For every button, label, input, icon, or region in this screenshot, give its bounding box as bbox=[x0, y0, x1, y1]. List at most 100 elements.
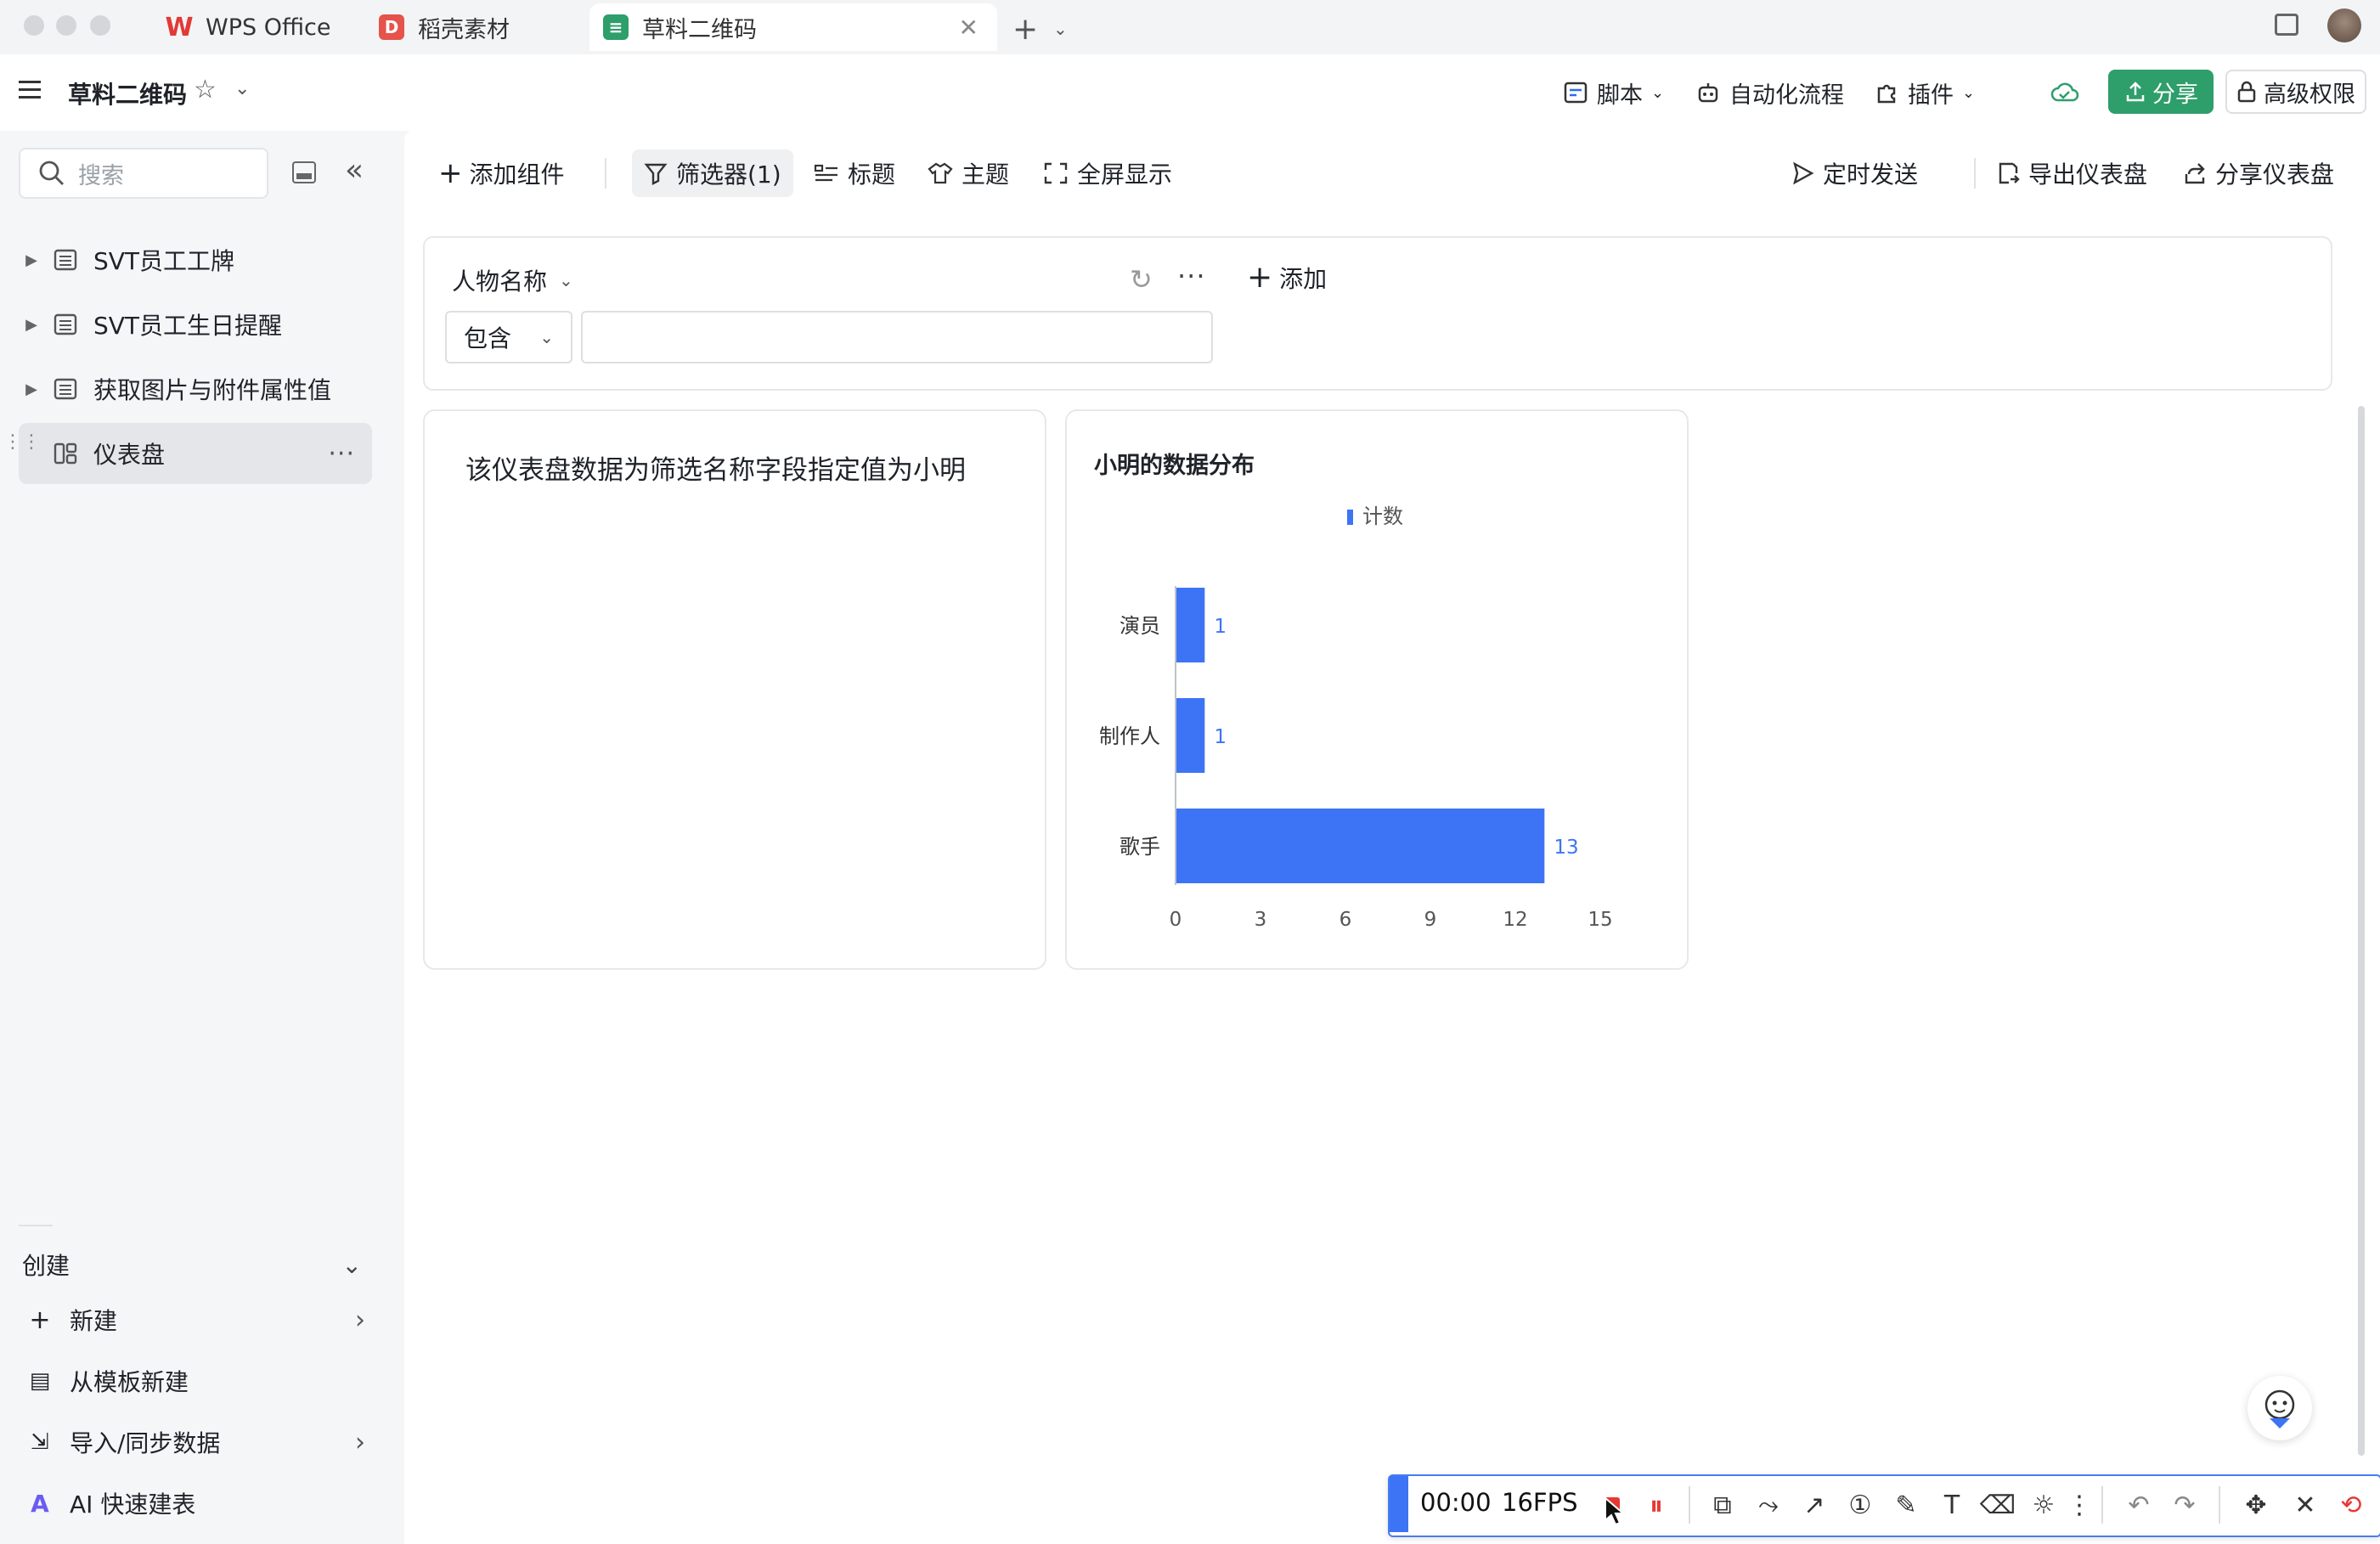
window-restore-icon[interactable] bbox=[2275, 14, 2298, 36]
permission-button[interactable]: 高级权限 bbox=[2225, 70, 2366, 114]
theme-button[interactable]: 主题 bbox=[928, 149, 1009, 197]
sidebar-item-dashboard[interactable]: 仪表盘 ··· bbox=[19, 423, 372, 484]
tab-docer[interactable]: D 稻壳素材 bbox=[379, 3, 510, 51]
data-label: 1 bbox=[1214, 616, 1227, 638]
redo-icon[interactable]: ↷ bbox=[2168, 1488, 2202, 1522]
restart-record-icon[interactable]: ⟲ bbox=[2334, 1488, 2368, 1522]
create-section-header[interactable]: 创建 ⌄ bbox=[22, 1243, 362, 1286]
theme-label: 主题 bbox=[962, 161, 1010, 189]
new-tab-icon[interactable]: + bbox=[1012, 12, 1038, 47]
table-icon bbox=[54, 313, 77, 335]
script-button[interactable]: 脚本 ⌄ bbox=[1563, 73, 1664, 112]
plugin-button[interactable]: 插件 ⌄ bbox=[1874, 73, 1975, 112]
category-label: 演员 bbox=[1120, 614, 1160, 638]
create-new-item[interactable]: + 新建 › bbox=[25, 1294, 365, 1345]
shirt-icon bbox=[928, 162, 953, 184]
ai-label: AI 快速建表 bbox=[70, 1490, 196, 1519]
template-icon: ▤ bbox=[29, 1368, 51, 1394]
data-label: 1 bbox=[1214, 726, 1227, 748]
shape-tool-icon[interactable]: ⧉ bbox=[1706, 1488, 1740, 1522]
spotlight-tool-icon[interactable]: ☼ bbox=[2027, 1488, 2061, 1522]
sidebar-item-svt-badge[interactable]: ▶ SVT员工工牌 bbox=[19, 229, 372, 290]
chart-card[interactable]: 小明的数据分布 计数 演员 1 制作人 1 歌手 13 0 3 6 9 12 15 bbox=[1065, 409, 1689, 970]
drag-handle-icon[interactable]: ⋮⋮ bbox=[3, 433, 41, 452]
tab-caoliao[interactable]: ≡ 草料二维码 ✕ bbox=[589, 3, 997, 51]
polyline-tool-icon[interactable]: ⤳ bbox=[1751, 1488, 1785, 1522]
recorder-drag-handle[interactable] bbox=[1390, 1476, 1408, 1532]
sidebar-item-svt-birthday[interactable]: ▶ SVT员工生日提醒 bbox=[19, 294, 372, 355]
menu-icon[interactable] bbox=[19, 78, 44, 105]
category-label: 歌手 bbox=[1120, 835, 1160, 859]
filter-operator-select[interactable]: 包含 ⌄ bbox=[445, 311, 572, 363]
number-tool-icon[interactable]: ① bbox=[1843, 1488, 1877, 1522]
pen-tool-icon[interactable]: ✎ bbox=[1889, 1488, 1923, 1522]
create-from-template-item[interactable]: ▤ 从模板新建 bbox=[25, 1355, 365, 1406]
reset-icon[interactable]: ↻ bbox=[1130, 263, 1153, 296]
add-filter-button[interactable]: + 添加 bbox=[1247, 260, 1327, 295]
eraser-tool-icon[interactable]: ⌫ bbox=[1980, 1488, 2016, 1522]
title-icon bbox=[814, 164, 838, 182]
share-button[interactable]: 分享 bbox=[2108, 70, 2214, 114]
move-icon[interactable]: ✥ bbox=[2239, 1488, 2273, 1522]
search-box[interactable]: 搜索 bbox=[19, 148, 268, 199]
divider bbox=[2101, 1486, 2103, 1524]
title-chevron-icon[interactable]: ⌄ bbox=[234, 78, 250, 99]
table-icon bbox=[54, 249, 77, 271]
schedule-send-button[interactable]: 定时发送 bbox=[1791, 149, 1918, 197]
title-button[interactable]: 标题 bbox=[814, 149, 895, 197]
share-dashboard-label: 分享仪表盘 bbox=[2215, 161, 2335, 189]
data-label: 13 bbox=[1554, 837, 1578, 859]
filter-button[interactable]: 筛选器(1) bbox=[632, 149, 793, 197]
scrollbar[interactable] bbox=[2358, 406, 2365, 1456]
import-sync-item[interactable]: ⇲ 导入/同步数据 › bbox=[25, 1417, 365, 1468]
window-zoom-dot[interactable] bbox=[90, 15, 110, 36]
x-tick-label: 3 bbox=[1255, 909, 1267, 931]
dashboard-icon bbox=[54, 442, 77, 465]
window-close-dot[interactable] bbox=[24, 15, 44, 36]
filter-field-select[interactable]: 人物名称 ⌄ bbox=[452, 263, 573, 297]
tab-list-chevron-icon[interactable]: ⌄ bbox=[1053, 19, 1068, 39]
chevron-down-icon: ⌄ bbox=[559, 270, 573, 290]
text-card-content: 该仪表盘数据为筛选名称字段指定值为小明 bbox=[465, 455, 966, 486]
recorder-time: 00:00 bbox=[1420, 1488, 1492, 1517]
export-dashboard-button[interactable]: 导出仪表盘 bbox=[1996, 149, 2147, 197]
undo-icon[interactable]: ↶ bbox=[2122, 1488, 2156, 1522]
text-card[interactable]: 该仪表盘数据为筛选名称字段指定值为小明 bbox=[423, 409, 1046, 970]
arrow-tool-icon[interactable]: ↗ bbox=[1797, 1488, 1831, 1522]
avatar[interactable] bbox=[2327, 8, 2361, 42]
text-tool-icon[interactable]: T bbox=[1935, 1488, 1969, 1522]
more-icon[interactable]: ··· bbox=[328, 439, 355, 469]
divider bbox=[605, 158, 606, 189]
wps-logo-icon: W bbox=[165, 12, 194, 42]
share-dashboard-button[interactable]: 分享仪表盘 bbox=[2183, 149, 2334, 197]
expand-caret-icon[interactable]: ▶ bbox=[19, 316, 44, 334]
fullscreen-button[interactable]: 全屏显示 bbox=[1043, 149, 1172, 197]
puzzle-icon bbox=[1877, 84, 1896, 104]
more-vertical-icon[interactable]: ⋮ bbox=[2062, 1488, 2096, 1522]
window-minimize-dot[interactable] bbox=[56, 15, 76, 36]
star-icon[interactable]: ☆ bbox=[194, 75, 217, 104]
doc-title[interactable]: 草料二维码 bbox=[68, 76, 187, 110]
tab-close-icon[interactable]: ✕ bbox=[959, 14, 979, 42]
tab-wps-office[interactable]: W WPS Office bbox=[165, 3, 330, 51]
expand-caret-icon[interactable]: ▶ bbox=[19, 380, 44, 398]
robot-icon bbox=[1698, 83, 1718, 103]
sidebar-layout-icon[interactable] bbox=[292, 161, 316, 183]
automation-button[interactable]: 自动化流程 bbox=[1695, 73, 1844, 112]
ai-quick-table-item[interactable]: A AI 快速建表 bbox=[25, 1478, 365, 1529]
sidebar-item-image-attachment[interactable]: ▶ 获取图片与附件属性值 bbox=[19, 358, 372, 420]
assistant-mascot-icon[interactable] bbox=[2247, 1376, 2312, 1440]
close-icon[interactable]: ✕ bbox=[2288, 1488, 2322, 1522]
docer-icon: D bbox=[379, 14, 404, 40]
send-icon bbox=[1793, 161, 1814, 185]
chevron-down-icon: ⌄ bbox=[539, 327, 554, 347]
filter-value-input[interactable] bbox=[581, 311, 1213, 363]
search-input[interactable]: 搜索 bbox=[78, 157, 124, 190]
filter-panel: 人物名称 ⌄ ↻ ··· + 添加 包含 ⌄ bbox=[423, 236, 2332, 391]
more-icon[interactable]: ··· bbox=[1177, 260, 1206, 292]
expand-caret-icon[interactable]: ▶ bbox=[19, 251, 44, 269]
add-component-button[interactable]: + 添加组件 bbox=[438, 149, 565, 197]
pause-record-icon[interactable]: ⏸ bbox=[1639, 1488, 1673, 1522]
chevron-down-icon: ⌄ bbox=[341, 1250, 362, 1279]
collapse-sidebar-icon[interactable]: « bbox=[345, 153, 364, 188]
